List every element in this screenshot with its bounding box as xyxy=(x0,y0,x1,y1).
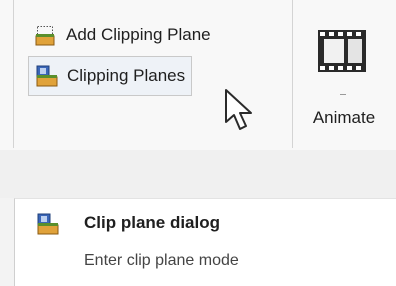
clipping-planes-label: Clipping Planes xyxy=(67,66,186,85)
add-clipping-plane-button[interactable]: Add Clipping Plane xyxy=(34,18,211,52)
tooltip-panel xyxy=(14,198,396,286)
mouse-pointer-icon xyxy=(223,88,257,134)
add-clip-plane-icon xyxy=(34,23,58,47)
tooltip-description: Enter clip plane mode xyxy=(84,252,239,269)
animate-button[interactable]: Animate xyxy=(298,18,394,128)
ribbon-group-separator xyxy=(292,0,293,148)
panel-left-edge xyxy=(0,198,14,285)
clip-planes-icon xyxy=(36,212,60,236)
animate-label: Animate xyxy=(312,108,376,127)
film-strip-icon xyxy=(318,26,366,76)
clipping-planes-button[interactable]: Clipping Planes xyxy=(28,56,193,96)
clip-planes-icon xyxy=(35,64,59,88)
ribbon-left-separator xyxy=(13,0,14,148)
toolbar-strip xyxy=(0,150,396,198)
add-clipping-plane-label: Add Clipping Plane xyxy=(66,25,211,44)
tooltip-title: Clip plane dialog xyxy=(84,213,221,232)
animate-dropdown-indicator xyxy=(340,94,346,95)
ribbon: Add Clipping Plane Clipping Planes Anima… xyxy=(0,0,396,151)
